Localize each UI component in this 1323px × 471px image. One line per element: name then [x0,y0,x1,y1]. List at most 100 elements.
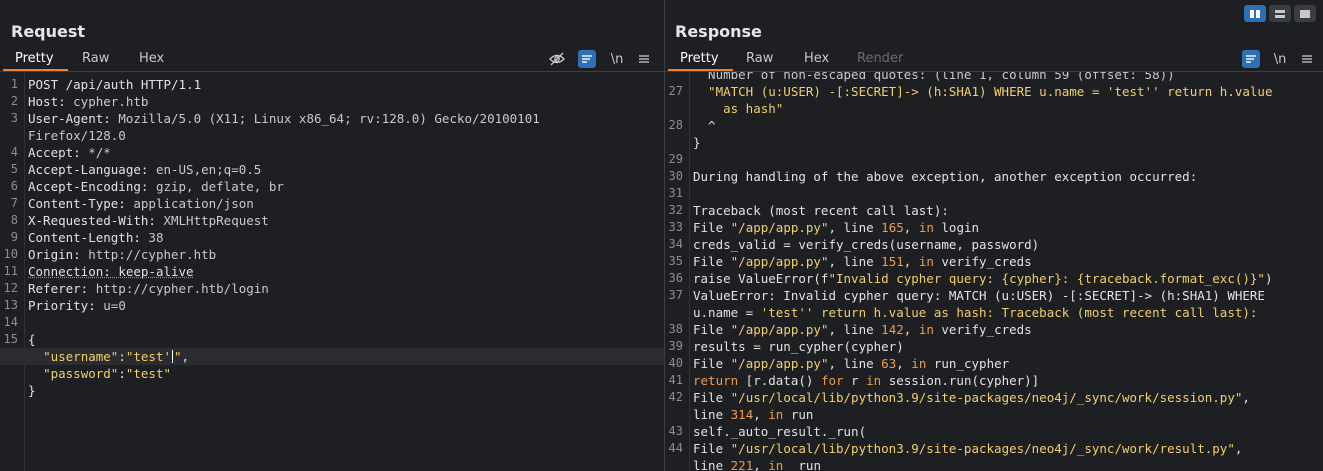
line-number: 15 [3,332,18,346]
request-tab-hex[interactable]: Hex [139,51,164,66]
code-line: 42 File "/usr/local/lib/python3.9/site-pa… [665,389,1323,406]
response-tab-hex[interactable]: Hex [804,51,829,66]
code-token: File [693,220,731,235]
code-token: File [693,254,731,269]
code-token: ) [1264,271,1273,286]
code-text: Referer: http://cypher.htb/login [28,281,269,296]
code-line: 27 "MATCH (u:USER) -[:SECRET]-> (h:SHA1)… [665,83,1323,100]
response-wrap-lines-button[interactable] [1242,50,1260,68]
code-token: Content-Type: [28,196,134,211]
code-token: } [693,135,701,150]
code-token: 314 [730,407,754,422]
request-menu-button[interactable] [637,50,651,68]
split-horizontal-layout-button[interactable] [1269,5,1291,22]
code-text: raise ValueError(f"Invalid cypher query:… [693,271,1273,286]
request-lines: 1 POST /api/auth HTTP/1.1 2 Host: cypher.ht… [0,76,664,399]
code-line: } [0,382,664,399]
line-number: 28 [668,118,683,132]
line-number: 30 [668,169,683,183]
line-number: 41 [668,373,683,387]
code-text: Traceback (most recent call last): [693,203,949,218]
code-text: File "/app/app.py", line 63, in run_cyph… [693,356,1009,371]
code-line: 13 Priority: u=0 [0,297,664,314]
code-text: ValueError: Invalid cypher query: MATCH … [693,288,1265,303]
code-text: "password":"test" [28,366,171,381]
code-token: 63 [881,356,897,371]
code-text: Content-Length: 38 [28,230,163,245]
hide-nonprintable-button[interactable] [548,50,566,68]
code-token: , line [828,322,882,337]
split-vertical-layout-button[interactable] [1244,5,1266,22]
code-line: 30 During handling of the above exception… [665,168,1323,185]
code-token: File [693,441,731,456]
code-token: , [181,349,190,364]
code-token: Firefox/128.0 [28,128,126,143]
code-token: ValueError: Invalid cypher query: MATCH … [693,288,1265,303]
code-token: File [693,356,731,371]
code-token: u=0 [103,298,126,313]
code-token: self._auto_result._run( [693,424,867,439]
line-number: 29 [668,152,683,166]
eye-slash-icon [549,52,565,66]
code-token: Priority: [28,298,104,313]
code-token: , [903,322,919,337]
line-number: 14 [3,315,18,329]
code-line: 8 X-Requested-With: XMLHttpRequest [0,212,664,229]
code-text: Firefox/128.0 [28,128,126,143]
single-pane-icon [1300,9,1310,18]
line-number: 44 [668,441,683,455]
code-token: , [896,356,912,371]
line-number: 38 [668,322,683,336]
code-token: , [753,458,769,471]
code-token: "test' [125,349,172,364]
code-text: File "/usr/local/lib/python3.9/site-pack… [693,390,1250,405]
code-line: 15 { [0,331,664,348]
code-line: 43 self._auto_result._run( [665,423,1323,440]
request-tab-raw[interactable]: Raw [82,51,109,66]
request-editor[interactable]: 1 POST /api/auth HTTP/1.1 2 Host: cypher.ht… [0,72,664,471]
code-token: Origin: [28,247,89,262]
response-newline-toggle[interactable]: \n [1272,50,1288,68]
request-newline-toggle[interactable]: \n [609,50,625,68]
layout-toggle-group [1244,5,1316,22]
code-line: 14 [0,314,664,331]
line-number: 10 [3,247,18,261]
text-caret [172,350,174,363]
line-number: 7 [10,196,18,210]
code-token: Accept-Encoding: [28,179,156,194]
request-tab-pretty[interactable]: Pretty [3,51,67,71]
code-token: "MATCH (u:USER) -[:SECRET]-> (h:SHA1) WH… [693,84,1273,99]
code-text: return [r.data() for r in session.run(cy… [693,373,1039,388]
code-token: Referer: [28,281,96,296]
code-line: 5 Accept-Language: en-US,en;q=0.5 [0,161,664,178]
code-line: 35 File "/app/app.py", line 151, in verif… [665,253,1323,270]
request-wrap-lines-button[interactable] [578,50,596,68]
code-token: verify_creds [933,322,1032,337]
response-menu-button[interactable] [1300,50,1314,68]
code-token: as hash" [693,101,784,116]
code-line: line 221, in _run [665,457,1323,471]
code-line: Number of non-escaped quotes: (line 1, c… [665,72,1323,83]
code-text: File "/app/app.py", line 151, in verify_… [693,254,1032,269]
code-token: { [28,332,36,347]
code-text: POST /api/auth HTTP/1.1 [28,77,201,92]
rows-icon [1275,9,1285,18]
response-title: Response [675,22,762,41]
response-tab-render[interactable]: Render [857,51,903,66]
code-token: 221 [730,458,754,471]
code-token: 165 [881,220,904,235]
code-token: Accept: [28,145,89,160]
response-editor[interactable]: Number of non-escaped quotes: (line 1, c… [665,72,1323,471]
code-token: , line [828,220,882,235]
response-tab-pretty[interactable]: Pretty [668,51,732,71]
code-text: Host: cypher.htb [28,94,148,109]
code-token: "/usr/local/lib/python3.9/site-packages/… [730,441,1235,456]
tabbed-layout-button[interactable] [1294,5,1316,22]
code-text: { [28,332,36,347]
response-tab-raw[interactable]: Raw [746,51,773,66]
line-number: 37 [668,288,683,302]
line-number: 5 [10,162,18,176]
code-line: 11 Connection: keep-alive [0,263,664,280]
